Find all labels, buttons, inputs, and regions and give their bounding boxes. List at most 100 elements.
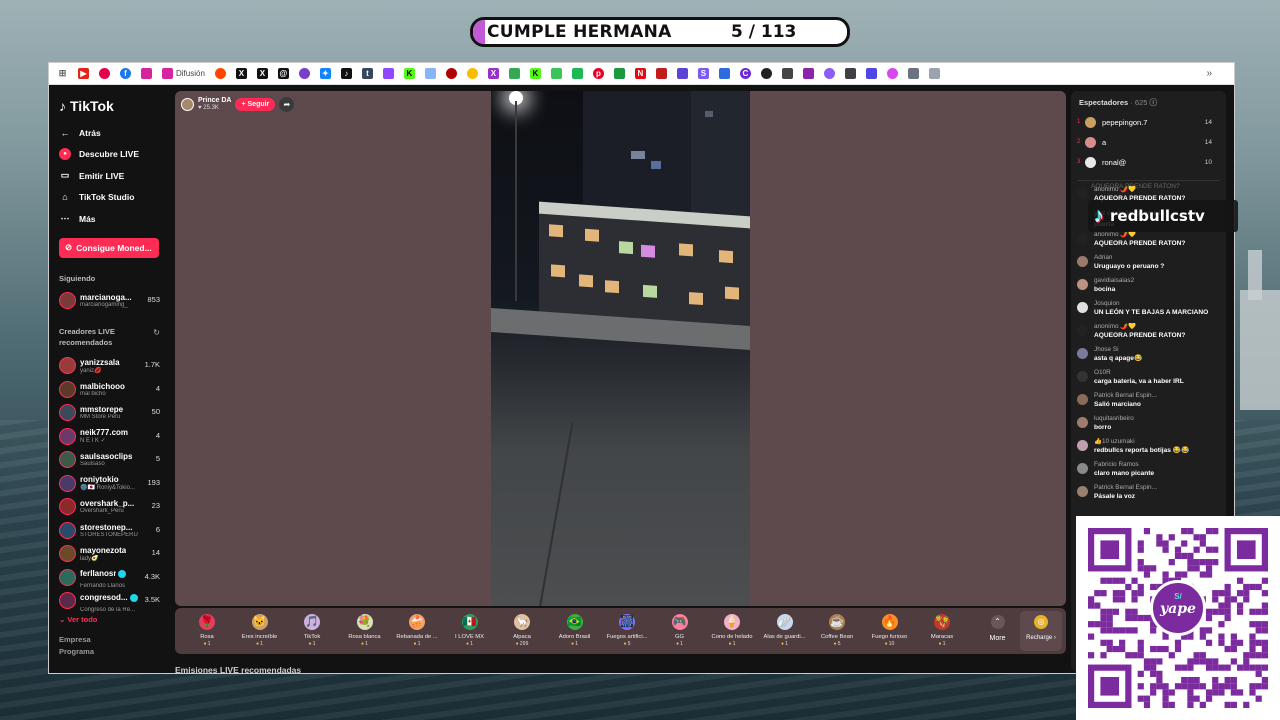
reddit-icon[interactable] bbox=[214, 68, 226, 79]
app-icon[interactable] bbox=[865, 68, 877, 79]
tumblr-icon[interactable]: t bbox=[361, 68, 373, 79]
chat-message[interactable]: Patrick Bernal Espin... Pásale la voz bbox=[1071, 484, 1226, 507]
recommended-account[interactable]: neik777.com N E I K ✓ 4 bbox=[59, 425, 174, 449]
info-icon[interactable]: ⓘ bbox=[1150, 98, 1158, 107]
bookmark-difusion[interactable]: Difusión bbox=[176, 69, 205, 78]
gift-item[interactable]: 🎵 TikTok1 bbox=[286, 608, 338, 654]
gift-more-button[interactable]: ⌃ More bbox=[980, 608, 1015, 654]
app-icon[interactable] bbox=[655, 68, 667, 79]
live-video-frame[interactable] bbox=[491, 91, 750, 606]
share-icon[interactable]: ➦ bbox=[279, 96, 295, 112]
chrome-icon[interactable] bbox=[466, 68, 478, 79]
recommended-account[interactable]: mmstorepe MM Store Peru 50 bbox=[59, 401, 174, 425]
gift-item[interactable]: 🇧🇷 Adoro Brasil1 bbox=[549, 608, 601, 654]
gift-item[interactable]: 🍦 Cono de helado1 bbox=[706, 608, 758, 654]
app-icon[interactable] bbox=[571, 68, 583, 79]
chat-message[interactable]: Patrick Bernal Espin... Salió marciano bbox=[1071, 392, 1226, 415]
nav-back[interactable]: ← Atrás bbox=[59, 122, 174, 144]
chat-message[interactable]: Fabricio Ramos claro mano picante bbox=[1071, 461, 1226, 484]
threads-icon[interactable]: @ bbox=[277, 68, 289, 79]
app-icon[interactable]: S bbox=[697, 68, 709, 79]
see-all-link[interactable]: ⌄ Ver todo bbox=[59, 615, 174, 627]
chat-message[interactable]: anonimo 🌶️💛 AQUEORA PRENDE RATON? bbox=[1071, 231, 1226, 254]
app-icon[interactable] bbox=[844, 68, 856, 79]
top-viewer[interactable]: 1 pepepingon.7 14 bbox=[1071, 112, 1226, 132]
facebook-icon[interactable]: f bbox=[120, 68, 131, 79]
recommended-account[interactable]: storestonep... STORESTONEPERU 6 bbox=[59, 519, 174, 543]
recommended-account[interactable]: roniytokio 🌚🇯🇵 Roniy&Tokio... 193 bbox=[59, 472, 174, 496]
app-icon[interactable] bbox=[550, 68, 562, 79]
pinterest-icon[interactable]: p bbox=[592, 68, 604, 79]
host-name[interactable]: Prince DA bbox=[198, 97, 231, 105]
bookmarks-overflow-icon[interactable]: » bbox=[1206, 68, 1212, 79]
app-icon[interactable] bbox=[802, 68, 814, 79]
gift-item[interactable]: ☕ Coffee Bean5 bbox=[811, 608, 863, 654]
footer-link-programa[interactable]: Programa bbox=[59, 647, 174, 659]
recommended-account[interactable]: ferllanosr Fernando Llanos 4.3K bbox=[59, 566, 174, 589]
chat-message[interactable]: gavidiaisaias2 bocina bbox=[1071, 277, 1226, 300]
gift-item[interactable]: 🔥 Fuego furioso10 bbox=[864, 608, 916, 654]
follow-button[interactable]: + Seguir bbox=[235, 97, 276, 111]
app-icon[interactable] bbox=[928, 68, 940, 79]
chat-message[interactable]: anonimo 🌶️💛 AQUEORA PRENDE RATON? bbox=[1071, 323, 1226, 346]
tiktok-logo[interactable]: ♪ TikTok bbox=[59, 98, 174, 114]
x-icon[interactable]: X bbox=[235, 68, 247, 79]
link-icon[interactable] bbox=[424, 68, 436, 79]
nav-go-live[interactable]: ▭ Emitir LIVE bbox=[59, 165, 174, 187]
record-icon[interactable] bbox=[99, 68, 110, 79]
footer-link-empresa[interactable]: Empresa bbox=[59, 635, 174, 647]
app-icon[interactable] bbox=[886, 68, 898, 79]
nav-tiktok-studio[interactable]: ⌂ TikTok Studio bbox=[59, 187, 174, 209]
gift-item[interactable]: 🌹 Rosa1 bbox=[181, 608, 233, 654]
top-viewer[interactable]: 2 a 14 bbox=[1071, 132, 1226, 152]
chat-message[interactable]: O10R carga bateria, va a haber IRL bbox=[1071, 369, 1226, 392]
gift-item[interactable]: 🍰 Rebanada de ...1 bbox=[391, 608, 443, 654]
chat-message[interactable]: Adrian Uruguayo o peruano ? bbox=[1071, 254, 1226, 277]
top-viewer[interactable]: 3 ronal@ 10 bbox=[1071, 152, 1226, 172]
recommended-account[interactable]: congresod... Congreso de la Re... 3.5K bbox=[59, 589, 174, 613]
apps-grid-icon[interactable]: ⊞ bbox=[57, 68, 68, 79]
nav-discover-live[interactable]: ● Descubre LIVE bbox=[59, 144, 174, 166]
github-icon[interactable] bbox=[298, 68, 310, 79]
app-icon[interactable] bbox=[823, 68, 835, 79]
app-icon[interactable] bbox=[676, 68, 688, 79]
app-icon[interactable] bbox=[907, 68, 919, 79]
chart-icon[interactable] bbox=[508, 68, 520, 79]
netflix-icon[interactable]: N bbox=[634, 68, 646, 79]
app-icon[interactable] bbox=[781, 68, 793, 79]
app-icon[interactable] bbox=[718, 68, 730, 79]
app-icon[interactable]: C bbox=[739, 68, 751, 79]
following-account[interactable]: marcianoga... marcianogaming_ 853 bbox=[59, 289, 174, 313]
x-icon[interactable]: X bbox=[256, 68, 268, 79]
youtube-icon[interactable]: ▶ bbox=[78, 68, 89, 79]
gift-item[interactable]: 🪇 Maracas1 bbox=[916, 608, 968, 654]
nav-more[interactable]: ⋯ Más bbox=[59, 208, 174, 230]
get-coins-button[interactable]: ⊘ Consigue Moned... bbox=[59, 237, 159, 258]
recharge-button[interactable]: ◎ Recharge › bbox=[1020, 611, 1062, 651]
chat-message[interactable]: Jhose Si asta q apage😂 bbox=[1071, 346, 1226, 369]
gift-item[interactable]: 🦙 Alpaca299 bbox=[496, 608, 548, 654]
instagram-icon[interactable] bbox=[162, 68, 173, 79]
gift-item[interactable]: 🎮 GG1 bbox=[654, 608, 706, 654]
chat-message[interactable]: Josquion UN LEÓN Y TE BAJAS A MARCIANO bbox=[1071, 300, 1226, 323]
instagram-icon[interactable] bbox=[141, 68, 152, 79]
app-icon[interactable] bbox=[613, 68, 625, 79]
gift-item[interactable]: 💐 Rosa blanca1 bbox=[339, 608, 391, 654]
gift-item[interactable]: 🎆 Fuegos artifici...5 bbox=[601, 608, 653, 654]
kick-icon[interactable]: K bbox=[529, 68, 541, 79]
live-video-stage[interactable]: Prince DA ♥ 25.3K + Seguir ➦ bbox=[175, 91, 1066, 606]
record-icon[interactable] bbox=[445, 68, 457, 79]
kick-icon[interactable]: K bbox=[403, 68, 415, 79]
chat-message[interactable]: luquitasribeiro borro bbox=[1071, 415, 1226, 438]
host-avatar[interactable] bbox=[181, 97, 194, 111]
twitch-icon[interactable] bbox=[382, 68, 394, 79]
recommended-account[interactable]: overshark_p... Overshark_Peru 23 bbox=[59, 495, 174, 519]
gift-item[interactable]: 🇲🇽 I LOVE MX1 bbox=[444, 608, 496, 654]
recommended-account[interactable]: malbichooo mal bicho 4 bbox=[59, 378, 174, 402]
bluesky-icon[interactable]: ✦ bbox=[319, 68, 331, 79]
recommended-account[interactable]: mayonezota lady🥑 14 bbox=[59, 542, 174, 566]
chat-message[interactable]: 👍10 uzumaki redbullcs reporta botijas 😂😂 bbox=[1071, 438, 1226, 461]
refresh-icon[interactable]: ↻ bbox=[153, 328, 160, 337]
tiktok-icon[interactable]: ♪ bbox=[340, 68, 352, 79]
recommended-account[interactable]: saulsasoclips Saulsaso 5 bbox=[59, 448, 174, 472]
